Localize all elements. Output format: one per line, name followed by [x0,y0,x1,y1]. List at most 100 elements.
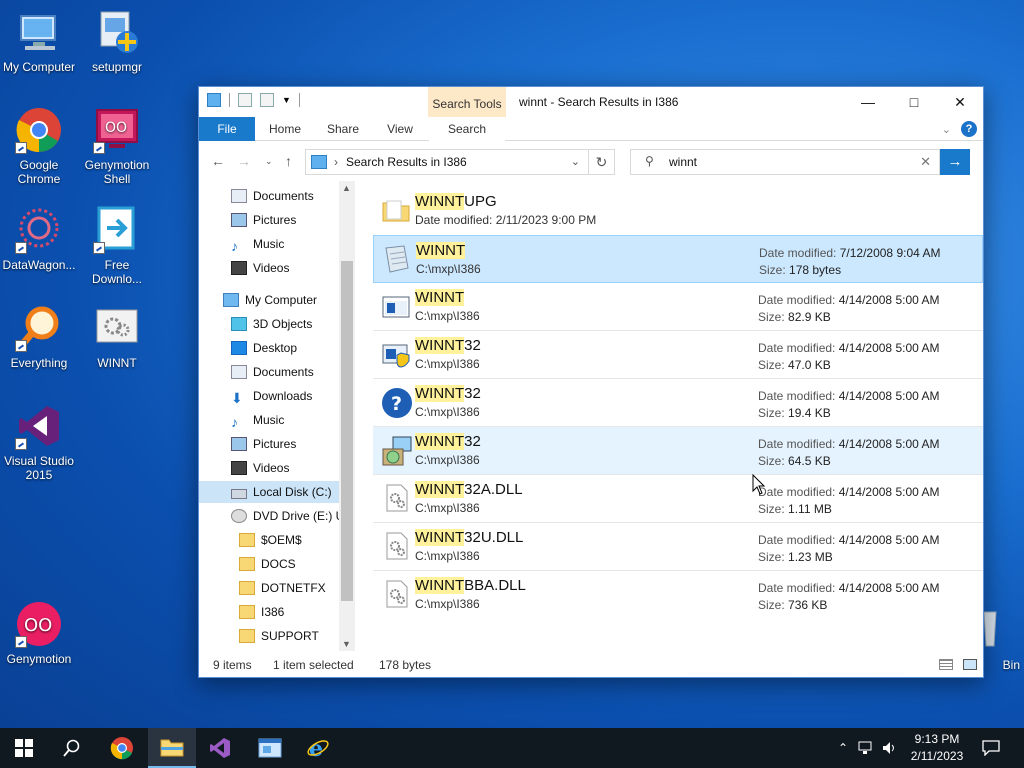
scrollbar-thumb[interactable] [341,261,353,601]
nav-pane-scrollbar[interactable]: ▲ ▼ [339,181,355,651]
taskbar-setupmgr[interactable] [246,728,294,768]
scroll-down-icon[interactable]: ▼ [342,639,351,649]
nav-item-downloads[interactable]: ⬇ Downloads [231,385,355,407]
result-row[interactable]: WINNT32 C:\mxp\I386 Date modified: 4/14/… [373,331,983,379]
desktop-icon-winnt[interactable]: WINNT [78,304,156,370]
result-row[interactable]: ? WINNT32 C:\mxp\I386 Date modified: 4/1… [373,379,983,427]
selection-size: 178 bytes [379,658,432,672]
nav-item-pictures[interactable]: Pictures🖈 [231,209,355,231]
taskbar-file-explorer[interactable] [148,728,196,768]
refresh-button[interactable]: ↻ [589,149,615,175]
nav-item-documents[interactable]: Documents🖈 [231,185,355,207]
result-row[interactable]: WINNT32A.DLL C:\mxp\I386 Date modified: … [373,475,983,523]
tab-file[interactable]: File [199,117,255,141]
documents-icon [231,189,247,203]
desktop-icon-genymotion-shell[interactable]: OO Genymotion Shell [78,106,156,186]
window-title: winnt - Search Results in I386 [519,95,679,109]
address-bar[interactable]: › Search Results in I386 ⌄ [305,149,589,175]
nav-item-videos-2[interactable]: Videos [231,457,355,479]
nav-item-music-2[interactable]: ♪ Music [231,409,355,431]
breadcrumb[interactable]: Search Results in I386 [346,155,467,169]
taskbar-clock[interactable]: 9:13 PM 2/11/2023 [906,731,968,765]
nav-item-music[interactable]: ♪ Music [231,233,355,255]
title-bar[interactable]: ▼ Search Tools winnt - Search Results in… [199,87,983,117]
scroll-up-icon[interactable]: ▲ [342,183,351,193]
desktop-icon-my-computer[interactable]: My Computer [0,8,78,74]
start-button[interactable] [0,728,48,768]
nav-item-3d-objects[interactable]: 3D Objects [231,313,355,335]
folder-icon [239,605,255,619]
notification-icon [982,740,1000,756]
result-row-selected[interactable]: WINNT C:\mxp\I386 Date modified: 7/12/20… [373,235,983,283]
new-folder-icon[interactable] [260,93,274,107]
nav-item-support[interactable]: SUPPORT [239,625,355,647]
properties-icon[interactable] [238,93,252,107]
search-go-button[interactable]: → [940,149,970,175]
nav-item-desktop[interactable]: Desktop [231,337,355,359]
tab-search[interactable]: Search [429,117,505,141]
search-input[interactable] [669,154,909,170]
pictures-icon [231,437,247,451]
help-icon[interactable]: ? [961,121,977,137]
taskbar-search-button[interactable] [48,728,96,768]
action-center-button[interactable] [968,728,1014,768]
desktop-icon-chrome[interactable]: Google Chrome [0,106,78,186]
desktop-icon-free-download[interactable]: Free Downlo... [78,206,156,286]
desktop-icon-visual-studio[interactable]: Visual Studio 2015 [0,402,78,482]
shortcut-arrow-icon [15,340,27,352]
recent-locations-icon[interactable]: ⌄ [265,156,273,167]
network-icon[interactable] [858,741,874,755]
desktop-icon-setupmgr[interactable]: setupmgr [78,8,156,74]
details-view-icon[interactable] [939,659,953,670]
desktop-icon-label: My Computer [2,60,76,74]
clear-search-icon[interactable]: ✕ [920,154,931,170]
search-box[interactable]: ⚲ ✕ [630,149,940,175]
chrome-icon [15,106,63,154]
up-button[interactable]: ↑ [285,153,292,169]
result-row[interactable]: WINNT32U.DLL C:\mxp\I386 Date modified: … [373,523,983,571]
text-file-icon [382,244,412,276]
result-row[interactable]: WINNT32 C:\mxp\I386 Date modified: 4/14/… [373,427,983,475]
result-row[interactable]: WINNTUPG Date modified: 2/11/2023 9:00 P… [373,187,983,235]
large-icons-view-icon[interactable] [963,659,977,670]
drive-icon [231,489,247,499]
taskbar-visual-studio[interactable] [196,728,244,768]
nav-item-oem[interactable]: $OEM$ [239,529,355,551]
windows-logo-icon [15,739,33,757]
expand-ribbon-icon[interactable]: ⌄ [942,123,951,136]
maximize-button[interactable]: □ [891,87,937,117]
taskbar-chrome[interactable] [98,728,146,768]
taskbar-internet-explorer[interactable]: e [294,728,342,768]
nav-item-documents-2[interactable]: Documents [231,361,355,383]
nav-item-my-computer[interactable]: My Computer [223,289,355,311]
setup-window-icon [258,738,282,758]
nav-item-i386[interactable]: I386 [239,601,355,623]
svg-text:OO: OO [105,120,127,136]
desktop-icon-label: Genymotion [6,652,72,666]
result-row[interactable]: WINNT C:\mxp\I386 Date modified: 4/14/20… [373,283,983,331]
desktop-icon-datawagon[interactable]: DataWagon... [0,206,78,272]
tab-share[interactable]: Share [317,117,369,141]
forward-button[interactable]: → [237,153,251,169]
result-row[interactable]: WINNTBBA.DLL C:\mxp\I386 Date modified: … [373,571,983,619]
address-dropdown-icon[interactable]: ⌄ [571,155,580,168]
minimize-button[interactable]: — [845,87,891,117]
close-button[interactable]: ✕ [937,87,983,117]
nav-item-local-disk-c[interactable]: Local Disk (C:) [199,481,339,503]
window-app-icon [381,291,411,323]
tab-home[interactable]: Home [259,117,311,141]
desktop-icon-genymotion[interactable]: OO Genymotion [0,600,78,666]
tab-view[interactable]: View [375,117,425,141]
desktop-icon-label: Visual Studio 2015 [4,454,74,482]
nav-item-docs[interactable]: DOCS [239,553,355,575]
nav-item-videos[interactable]: Videos [231,257,355,279]
qat-dropdown-icon[interactable]: ▼ [282,95,291,105]
show-hidden-icons-icon[interactable]: ⌃ [838,741,848,755]
nav-item-dotnetfx[interactable]: DOTNETFX [239,577,355,599]
nav-item-pictures-2[interactable]: Pictures [231,433,355,455]
back-button[interactable]: ← [211,153,225,169]
nav-item-dvd-drive-e[interactable]: DVD Drive (E:) UI [231,505,355,527]
desktop-icon-everything[interactable]: Everything [0,304,78,370]
videos-icon [231,461,247,475]
volume-icon[interactable] [882,741,898,755]
